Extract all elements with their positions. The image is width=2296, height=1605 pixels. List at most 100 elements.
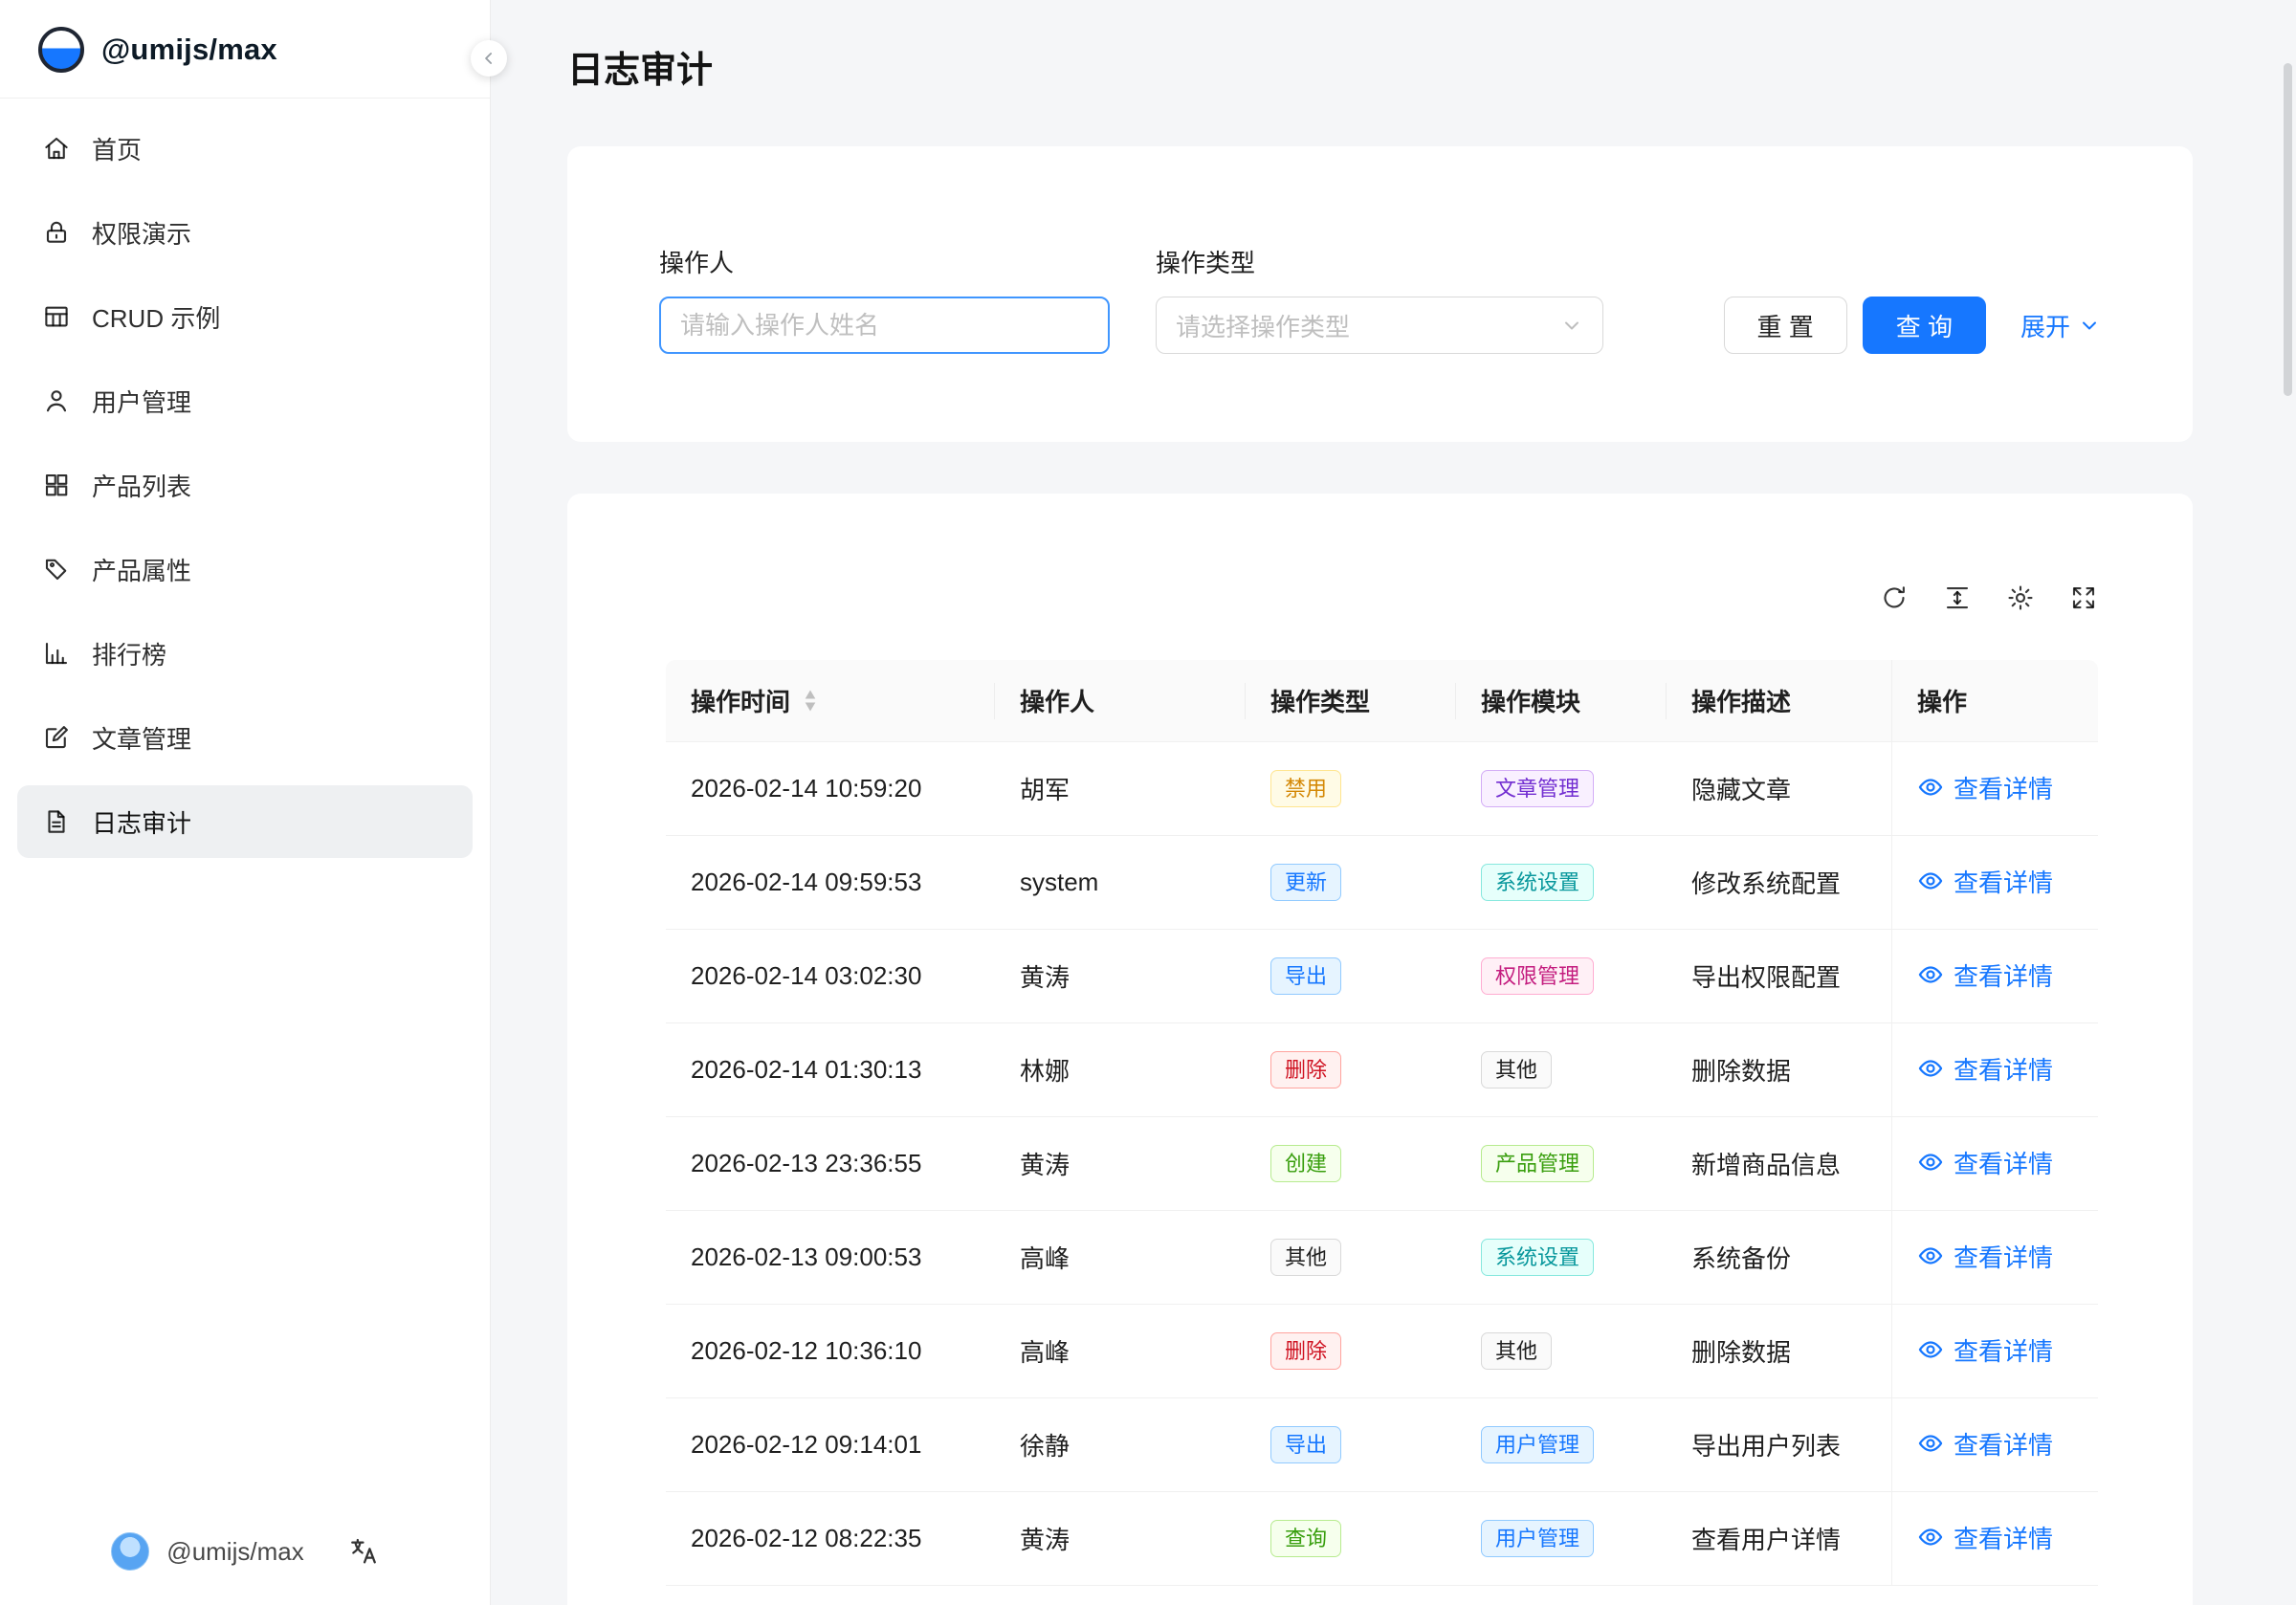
sidebar-item-edit[interactable]: 文章管理: [17, 701, 473, 774]
expand-link[interactable]: 展开: [2020, 308, 2101, 343]
sidebar-item-tag[interactable]: 产品属性: [17, 533, 473, 605]
module-tag: 其他: [1481, 1051, 1552, 1089]
cell-module: 其他: [1456, 1305, 1667, 1398]
query-button[interactable]: 查 询: [1863, 297, 1986, 354]
sidebar-item-label: 首页: [92, 131, 142, 166]
operation-type-tag: 创建: [1270, 1145, 1341, 1183]
column-height-icon[interactable]: [1943, 583, 1972, 612]
module-tag: 产品管理: [1481, 1145, 1594, 1183]
user-avatar[interactable]: [111, 1532, 149, 1571]
eye-icon: [1917, 774, 1944, 801]
cell-action: 查看详情: [1891, 1398, 2098, 1492]
operation-type-tag: 禁用: [1270, 770, 1341, 808]
view-detail-label: 查看详情: [1954, 1426, 2053, 1462]
view-detail-label: 查看详情: [1954, 864, 2053, 899]
lock-icon: [42, 218, 71, 247]
view-detail-link[interactable]: 查看详情: [1917, 1051, 2053, 1087]
view-detail-link[interactable]: 查看详情: [1917, 1239, 2053, 1274]
type-field-group: 操作类型 请选择操作类型: [1156, 244, 1603, 354]
cell-time: 2026-02-14 01:30:13: [666, 1023, 995, 1117]
sidebar-item-home[interactable]: 首页: [17, 112, 473, 185]
sidebar: @umijs/max 首页 权限演示 CRUD 示例 用户管理 产品列表 产品属…: [0, 0, 491, 1605]
module-tag: 权限管理: [1481, 957, 1594, 996]
sidebar-item-label: 用户管理: [92, 384, 191, 419]
type-select-placeholder: 请选择操作类型: [1176, 308, 1350, 343]
column-header-type: 操作类型: [1246, 660, 1456, 742]
column-header-time[interactable]: 操作时间: [666, 660, 995, 742]
table-row: 2026-02-14 09:59:53 system 更新 系统设置 修改系统配…: [666, 836, 2098, 930]
table-wrap: 操作时间 操作人 操作类型 操作模块 操作描述: [666, 660, 2098, 1586]
chart-icon: [42, 639, 71, 668]
view-detail-link[interactable]: 查看详情: [1917, 1332, 2053, 1368]
cell-time: 2026-02-14 10:59:20: [666, 742, 995, 836]
view-detail-label: 查看详情: [1954, 957, 2053, 993]
tag-icon: [42, 555, 71, 583]
cell-action: 查看详情: [1891, 1023, 2098, 1117]
sidebar-item-label: 权限演示: [92, 215, 191, 251]
cell-desc: 隐藏文章: [1667, 742, 1891, 836]
cell-desc: 查看用户详情: [1667, 1492, 1891, 1586]
page-scrollbar[interactable]: [2284, 63, 2292, 396]
sidebar-item-user[interactable]: 用户管理: [17, 364, 473, 437]
view-detail-link[interactable]: 查看详情: [1917, 1426, 2053, 1462]
sidebar-item-label: 排行榜: [92, 636, 166, 671]
cell-type: 导出: [1246, 1398, 1456, 1492]
view-detail-link[interactable]: 查看详情: [1917, 770, 2053, 805]
cell-desc: 修改系统配置: [1667, 836, 1891, 930]
cell-operator: 黄涛: [995, 930, 1246, 1023]
translate-icon[interactable]: [348, 1536, 379, 1567]
reload-icon[interactable]: [1880, 583, 1909, 612]
module-tag: 用户管理: [1481, 1520, 1594, 1558]
table-row: 2026-02-12 10:36:10 高峰 删除 其他 删除数据 查看详情: [666, 1305, 2098, 1398]
view-detail-label: 查看详情: [1954, 1520, 2053, 1555]
cell-time: 2026-02-12 09:14:01: [666, 1398, 995, 1492]
cell-module: 产品管理: [1456, 1117, 1667, 1211]
table-toolbar: [567, 494, 2193, 612]
view-detail-link[interactable]: 查看详情: [1917, 1145, 2053, 1180]
view-detail-link[interactable]: 查看详情: [1917, 864, 2053, 899]
reset-button[interactable]: 重 置: [1724, 297, 1847, 354]
cell-type: 更新: [1246, 836, 1456, 930]
sidebar-item-chart[interactable]: 排行榜: [17, 617, 473, 690]
table-body: 2026-02-14 10:59:20 胡军 禁用 文章管理 隐藏文章 查看详情…: [666, 742, 2098, 1586]
sidebar-item-appstore[interactable]: 产品列表: [17, 449, 473, 521]
sidebar-item-file[interactable]: 日志审计: [17, 785, 473, 858]
module-tag: 文章管理: [1481, 770, 1594, 808]
filter-card: 操作人 操作类型 请选择操作类型 重 置 查 询 展开: [567, 146, 2193, 442]
module-tag: 用户管理: [1481, 1426, 1594, 1464]
sidebar-item-table[interactable]: CRUD 示例: [17, 280, 473, 353]
view-detail-link[interactable]: 查看详情: [1917, 957, 2053, 993]
chevron-down-icon: [2078, 314, 2101, 337]
sidebar-menu: 首页 权限演示 CRUD 示例 用户管理 产品列表 产品属性 排行榜 文章管理 …: [0, 99, 490, 1532]
type-select[interactable]: 请选择操作类型: [1156, 297, 1603, 354]
table-card: 操作时间 操作人 操作类型 操作模块 操作描述: [567, 494, 2193, 1605]
sidebar-footer: @umijs/max: [0, 1532, 490, 1605]
operation-type-tag: 其他: [1270, 1239, 1341, 1277]
app-root: @umijs/max 首页 权限演示 CRUD 示例 用户管理 产品列表 产品属…: [0, 0, 2296, 1605]
fullscreen-icon[interactable]: [2069, 583, 2098, 612]
column-header-desc: 操作描述: [1667, 660, 1891, 742]
eye-icon: [1917, 1242, 1944, 1269]
user-icon: [42, 386, 71, 415]
cell-type: 查询: [1246, 1492, 1456, 1586]
cell-time: 2026-02-12 08:22:35: [666, 1492, 995, 1586]
cell-desc: 导出用户列表: [1667, 1398, 1891, 1492]
view-detail-link[interactable]: 查看详情: [1917, 1520, 2053, 1555]
sidebar-item-lock[interactable]: 权限演示: [17, 196, 473, 269]
setting-icon[interactable]: [2006, 583, 2035, 612]
operator-input[interactable]: [659, 297, 1110, 354]
cell-type: 导出: [1246, 930, 1456, 1023]
cell-time: 2026-02-13 23:36:55: [666, 1117, 995, 1211]
sidebar-item-label: 产品属性: [92, 552, 191, 587]
main-content: 日志审计 操作人 操作类型 请选择操作类型 重 置 查 询 展: [491, 0, 2296, 1605]
table-row: 2026-02-13 09:00:53 高峰 其他 系统设置 系统备份 查看详情: [666, 1211, 2098, 1305]
umi-logo-icon: [38, 27, 84, 73]
cell-module: 系统设置: [1456, 1211, 1667, 1305]
cell-action: 查看详情: [1891, 742, 2098, 836]
cell-module: 系统设置: [1456, 836, 1667, 930]
audit-log-table: 操作时间 操作人 操作类型 操作模块 操作描述: [666, 660, 2098, 1586]
view-detail-label: 查看详情: [1954, 1239, 2053, 1274]
module-tag: 系统设置: [1481, 1239, 1594, 1277]
table-row: 2026-02-14 10:59:20 胡军 禁用 文章管理 隐藏文章 查看详情: [666, 742, 2098, 836]
sidebar-collapse-button[interactable]: [471, 40, 507, 77]
